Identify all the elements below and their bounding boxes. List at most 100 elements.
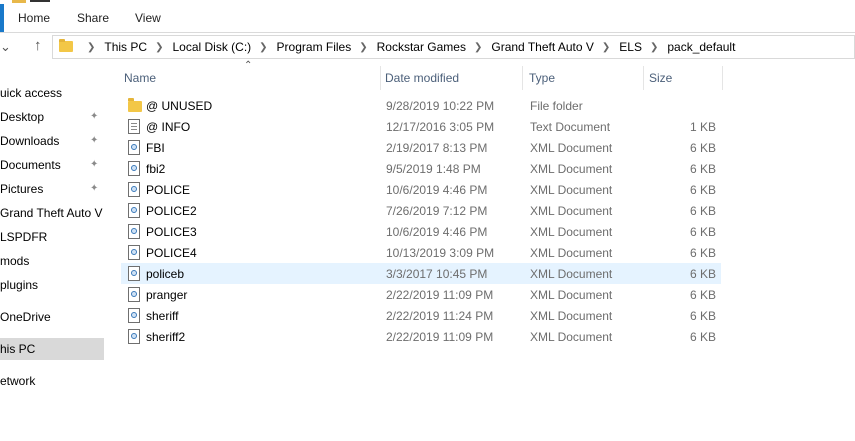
file-size: 6 KB (689, 162, 716, 176)
breadcrumb-separator-icon[interactable]: ❯ (87, 42, 95, 53)
column-header-name[interactable]: Name (121, 66, 381, 90)
file-type: XML Document (530, 309, 613, 323)
file-name: pranger (146, 288, 188, 302)
file-row[interactable]: POLICE 10/6/2019 4:46 PM XML Document 6 KB (121, 179, 721, 200)
nav-item[interactable]: mods (0, 250, 104, 272)
breadcrumb-separator-icon[interactable]: ❯ (650, 42, 658, 53)
nav-item[interactable]: Pictures ✦ (0, 178, 104, 200)
xml-document-icon (128, 182, 140, 197)
breadcrumb-separator-icon[interactable]: ❯ (602, 42, 610, 53)
file-size: 6 KB (689, 309, 716, 323)
folder-icon (59, 39, 73, 52)
nav-item-label: Pictures (0, 182, 44, 196)
file-date-modified: 2/19/2017 8:13 PM (386, 141, 488, 155)
file-row[interactable]: fbi2 9/5/2019 1:48 PM XML Document 6 KB (121, 158, 721, 179)
nav-item[interactable]: etwork (0, 370, 104, 392)
nav-item-label: Documents (0, 158, 61, 172)
file-date-modified: 12/17/2016 3:05 PM (386, 120, 495, 134)
nav-item[interactable]: OneDrive (0, 306, 104, 328)
file-row[interactable]: @ INFO 12/17/2016 3:05 PM Text Document 1 K… (121, 116, 721, 137)
nav-item[interactable]: uick access (0, 82, 104, 104)
file-type: XML Document (530, 141, 613, 155)
nav-item[interactable]: Downloads ✦ (0, 130, 104, 152)
file-row[interactable]: sheriff2 2/22/2019 11:09 PM XML Document 6 … (121, 326, 721, 347)
nav-item[interactable]: plugins (0, 274, 104, 296)
navigation-bar: ⌄ ↑ ❯ This PC ❯ Local Disk (C:) ❯ Program Fil… (0, 33, 855, 61)
file-date-modified: 10/13/2019 3:09 PM (386, 246, 495, 260)
nav-item-label: his PC (0, 342, 36, 356)
column-header-type[interactable]: Type (526, 66, 644, 90)
xml-document-icon (128, 224, 140, 239)
pin-icon: ✦ (90, 111, 99, 122)
file-type: XML Document (530, 225, 613, 239)
file-row[interactable]: POLICE4 10/13/2019 3:09 PM XML Document 6 K… (121, 242, 721, 263)
file-tab[interactable] (0, 4, 4, 32)
file-row[interactable]: POLICE3 10/6/2019 4:46 PM XML Document 6 KB (121, 221, 721, 242)
breadcrumb-item[interactable]: Rockstar Games (377, 40, 466, 54)
file-size: 6 KB (689, 267, 716, 281)
file-name: policeb (146, 267, 185, 281)
xml-document-icon (128, 329, 140, 344)
breadcrumb-item[interactable]: Program Files (277, 40, 352, 54)
nav-item-label: uick access (0, 86, 63, 100)
breadcrumb-separator-icon[interactable]: ❯ (474, 42, 482, 53)
file-name: fbi2 (146, 162, 166, 176)
column-header-size[interactable]: Size (646, 66, 723, 90)
file-row[interactable]: @ UNUSED 9/28/2019 10:22 PM File folder (121, 95, 721, 116)
breadcrumb-separator-icon[interactable]: ❯ (259, 42, 267, 53)
file-list: @ UNUSED 9/28/2019 10:22 PM File folder @ I… (121, 95, 721, 347)
file-size: 6 KB (689, 141, 716, 155)
file-type: XML Document (530, 162, 613, 176)
nav-item[interactable]: LSPDFR (0, 226, 104, 248)
file-row[interactable]: policeb 3/3/2017 10:45 PM XML Document 6 KB (121, 263, 721, 284)
breadcrumb-item[interactable]: pack_default (667, 40, 735, 54)
file-size: 6 KB (689, 183, 716, 197)
file-type: XML Document (530, 288, 613, 302)
file-name: sheriff2 (146, 330, 186, 344)
breadcrumb-item[interactable]: ELS (619, 40, 642, 54)
nav-item-label: etwork (0, 374, 36, 388)
breadcrumb-separator-icon[interactable]: ❯ (359, 42, 367, 53)
breadcrumb-item[interactable]: Grand Theft Auto V (491, 40, 594, 54)
breadcrumb-separator-icon[interactable]: ❯ (155, 42, 163, 53)
tab-share[interactable]: Share (77, 11, 109, 25)
file-name: POLICE2 (146, 204, 197, 218)
folder-icon (128, 98, 142, 112)
file-date-modified: 2/22/2019 11:24 PM (386, 309, 494, 323)
address-bar[interactable]: ❯ This PC ❯ Local Disk (C:) ❯ Program Files ❯ R… (52, 35, 855, 59)
file-name: sheriff (146, 309, 179, 323)
navigation-pane: uick access Desktop ✦ Downloads ✦ Documents ✦ P… (0, 62, 104, 441)
file-row[interactable]: POLICE2 7/26/2019 7:12 PM XML Document 6 KB (121, 200, 721, 221)
nav-item[interactable]: Documents ✦ (0, 154, 104, 176)
file-type: Text Document (530, 120, 611, 134)
xml-document-icon (128, 203, 140, 218)
file-size: 6 KB (689, 246, 716, 260)
text-document-icon (128, 119, 140, 134)
file-type: XML Document (530, 246, 613, 260)
file-type: File folder (530, 99, 583, 113)
file-row[interactable]: pranger 2/22/2019 11:09 PM XML Document 6 K… (121, 284, 721, 305)
file-size: 6 KB (689, 204, 716, 218)
up-arrow-icon[interactable]: ↑ (34, 38, 42, 53)
nav-item[interactable]: Desktop ✦ (0, 106, 104, 128)
xml-document-icon (128, 140, 140, 155)
tab-home[interactable]: Home (18, 11, 50, 25)
breadcrumb-item[interactable]: This PC (104, 40, 147, 54)
nav-item[interactable]: his PC (0, 338, 104, 360)
file-type: XML Document (530, 204, 613, 218)
file-name: POLICE4 (146, 246, 197, 260)
file-date-modified: 9/28/2019 10:22 PM (386, 99, 495, 113)
folder-icon (12, 0, 26, 3)
nav-item[interactable]: Grand Theft Auto V (0, 202, 104, 224)
file-date-modified: 10/6/2019 4:46 PM (386, 225, 488, 239)
tab-view[interactable]: View (135, 11, 161, 25)
file-size: 6 KB (689, 225, 716, 239)
xml-document-icon (128, 161, 140, 176)
column-header-date-modified[interactable]: Date modified (382, 66, 523, 90)
file-type: XML Document (530, 330, 613, 344)
file-date-modified: 9/5/2019 1:48 PM (386, 162, 481, 176)
file-row[interactable]: FBI 2/19/2017 8:13 PM XML Document 6 KB (121, 137, 721, 158)
file-row[interactable]: sheriff 2/22/2019 11:24 PM XML Document 6 K… (121, 305, 721, 326)
breadcrumb-item[interactable]: Local Disk (C:) (172, 40, 251, 54)
recent-locations-chevron-icon[interactable]: ⌄ (0, 40, 11, 54)
